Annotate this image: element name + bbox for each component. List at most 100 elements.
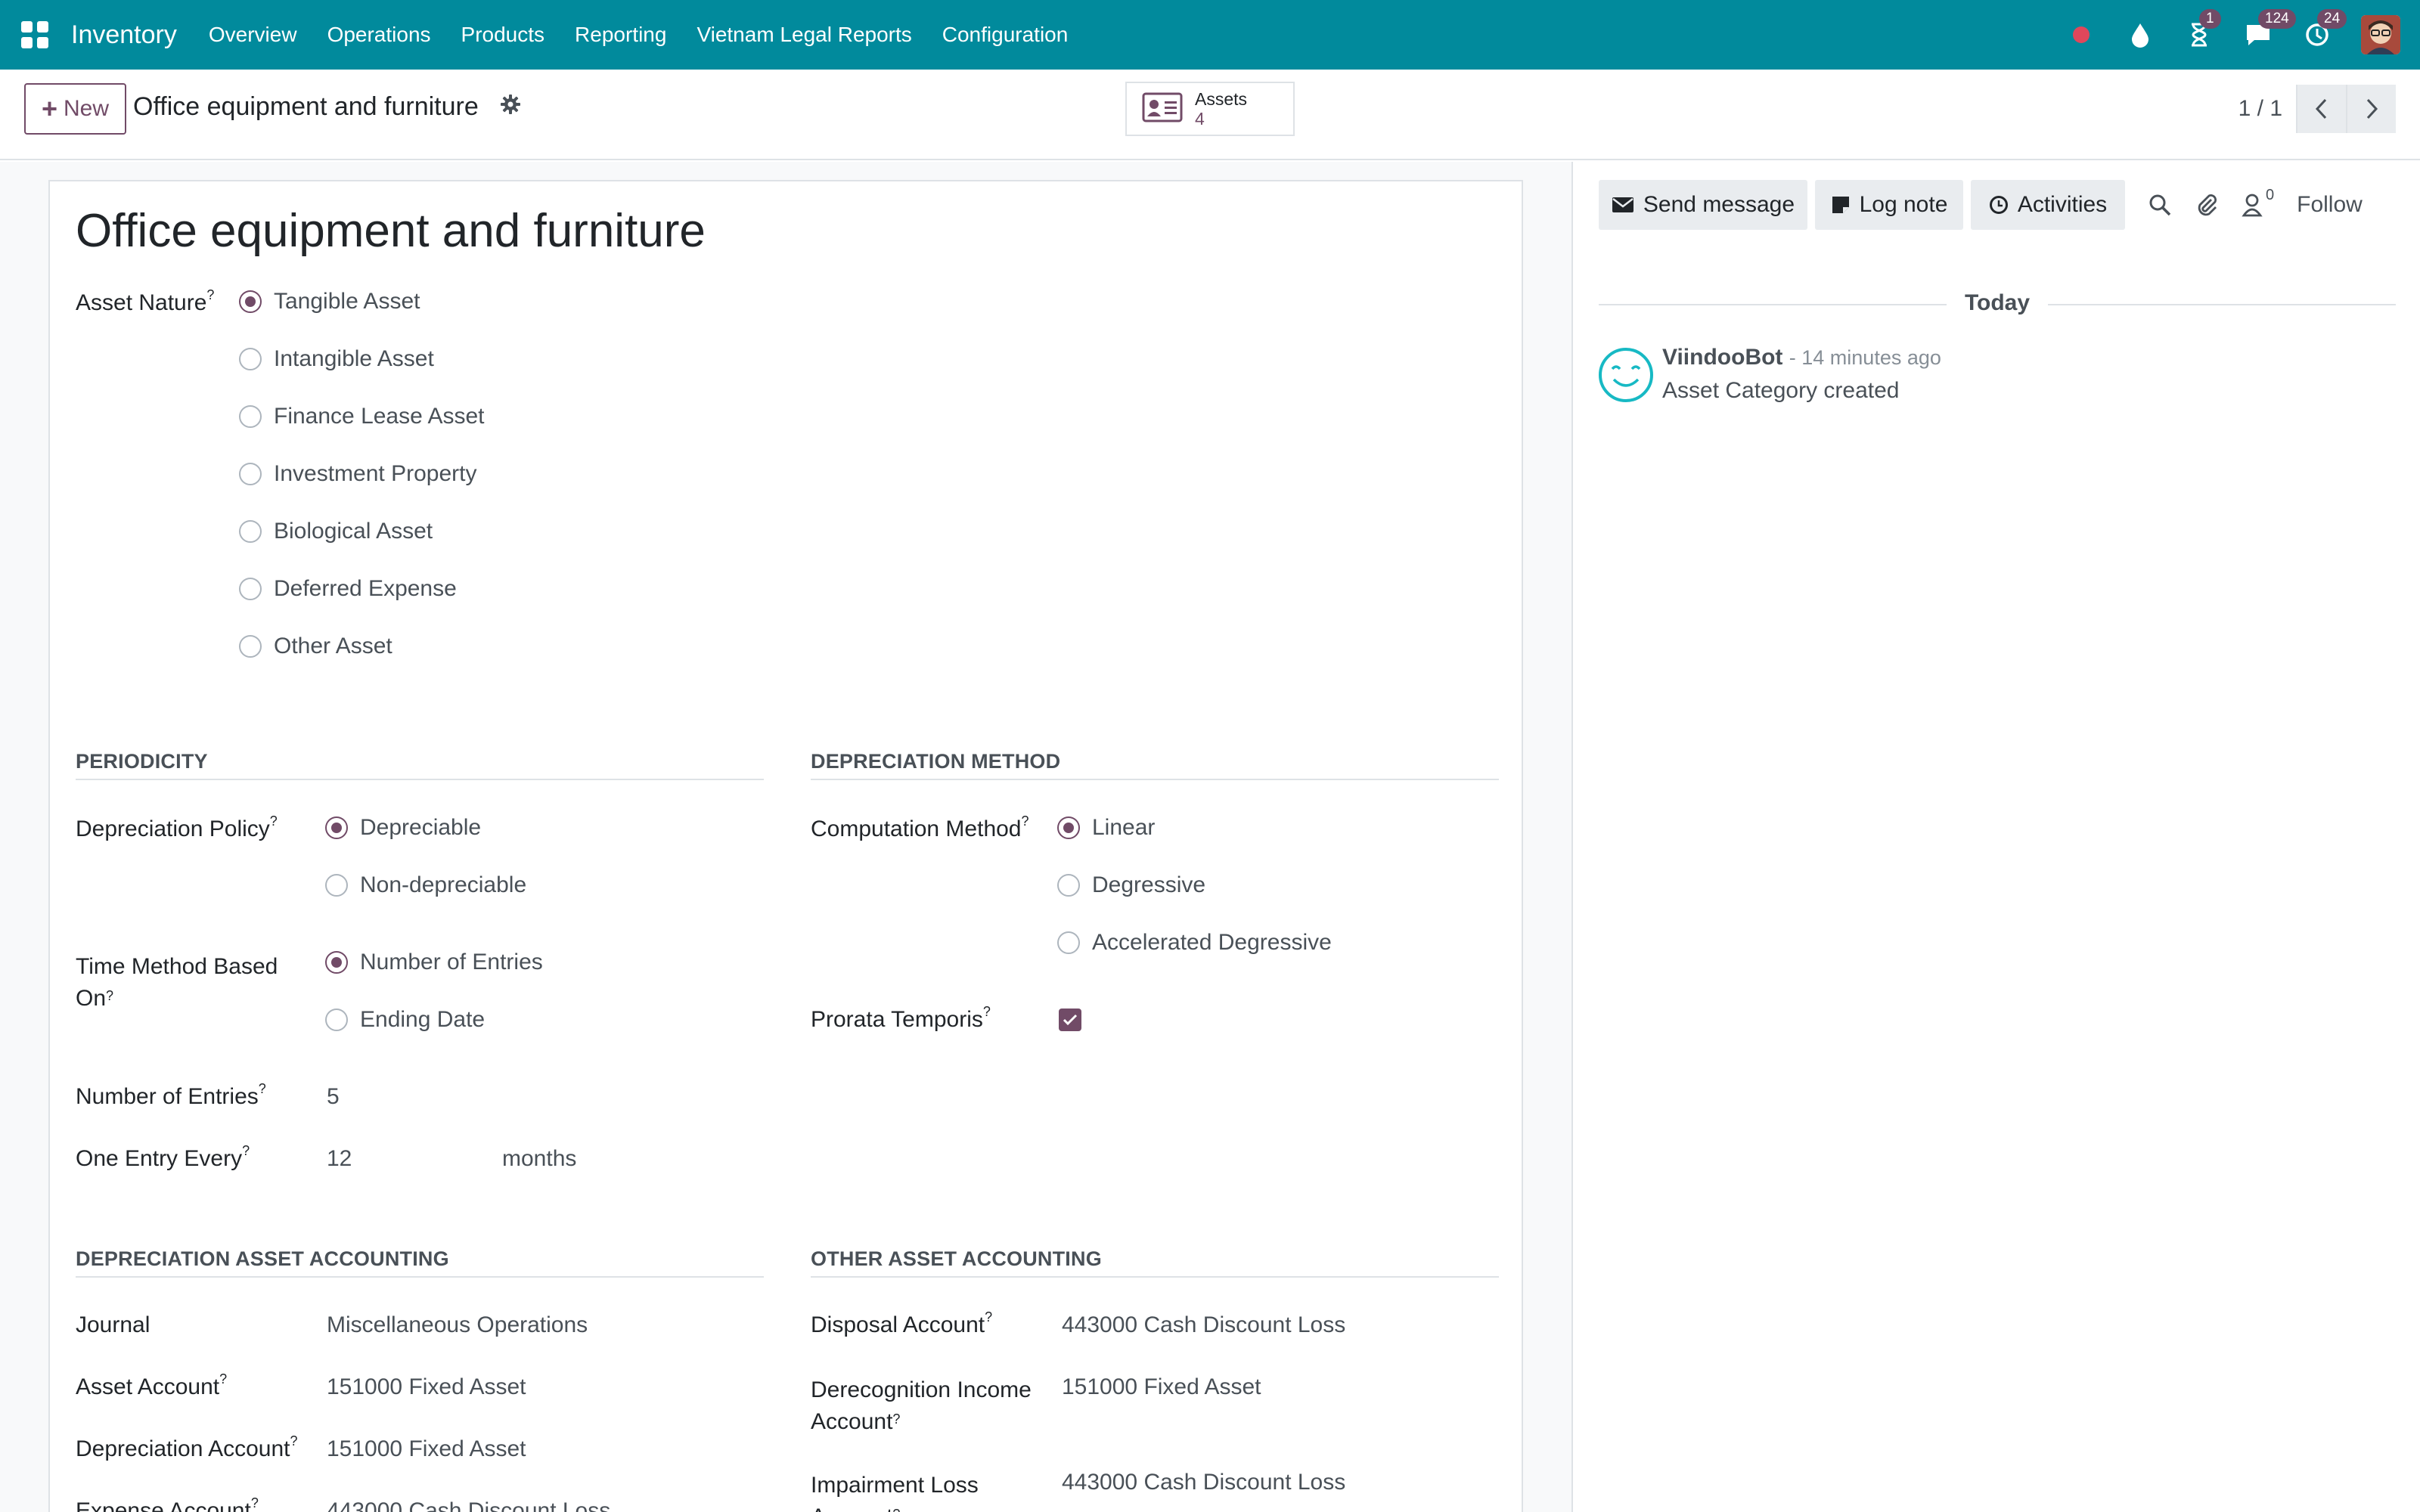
radio[interactable] <box>325 874 348 897</box>
message-author[interactable]: ViindooBot - 14 minutes ago <box>1662 345 1941 370</box>
user-avatar[interactable] <box>2361 15 2400 54</box>
followers-button[interactable]: 0 <box>2242 187 2274 217</box>
pager-next-button[interactable] <box>2346 85 2396 133</box>
prorata-temporis-checkbox[interactable] <box>1059 1009 1081 1031</box>
asset-nature-option-other[interactable]: Other Asset <box>239 634 392 659</box>
derecognition-account-field[interactable]: 151000 Fixed Asset <box>1062 1374 1261 1400</box>
activities-hourglass-icon[interactable]: 1 <box>2184 9 2221 50</box>
radio[interactable] <box>239 348 262 370</box>
new-button-label: New <box>64 96 110 121</box>
record-title[interactable]: Office equipment and furniture <box>76 204 706 258</box>
impairment-loss-account-label: Impairment LossAccount? <box>811 1473 979 1512</box>
search-icon[interactable] <box>2148 193 2172 217</box>
asset-nature-option-tangible[interactable]: Tangible Asset <box>239 289 420 314</box>
today-separator: Today <box>1964 290 2031 315</box>
new-button[interactable]: + New <box>24 83 126 135</box>
menu-vietnam-legal-reports[interactable]: Vietnam Legal Reports <box>681 23 926 47</box>
chatter-panel: Send message Log note Activities 0 Follo… <box>1571 162 2420 1512</box>
menu-overview[interactable]: Overview <box>194 23 312 47</box>
computation-method-label: Computation Method? <box>811 813 1029 841</box>
chevron-left-icon <box>2315 98 2327 119</box>
pager: 1 / 1 <box>2238 85 2396 133</box>
asset-nature-option-investment-property[interactable]: Investment Property <box>239 461 476 487</box>
depreciation-method-section-title: DEPRECIATION METHOD <box>811 750 1061 773</box>
radio[interactable] <box>1057 874 1080 897</box>
chatter-tools: 0 Follow <box>2148 180 2363 230</box>
checkmark-icon <box>1063 1014 1078 1026</box>
recording-dot-icon[interactable] <box>2066 20 2096 50</box>
paperclip-icon[interactable] <box>2195 192 2219 218</box>
radio-checked[interactable] <box>1057 816 1080 839</box>
one-entry-every-field[interactable]: 12 <box>327 1146 352 1172</box>
radio[interactable] <box>239 405 262 428</box>
menu-configuration[interactable]: Configuration <box>927 23 1084 47</box>
periodicity-section-title: PERIODICITY <box>76 750 208 773</box>
activities-button[interactable]: Activities <box>1971 180 2125 230</box>
prorata-temporis-label: Prorata Temporis? <box>811 1004 991 1032</box>
apps-menu-icon[interactable] <box>21 21 48 48</box>
menu-products[interactable]: Products <box>446 23 560 47</box>
log-note-button[interactable]: Log note <box>1815 180 1963 230</box>
radio-checked[interactable] <box>325 951 348 974</box>
asset-account-field[interactable]: 151000 Fixed Asset <box>327 1374 526 1400</box>
radio-checked[interactable] <box>239 290 262 313</box>
bot-avatar[interactable] <box>1597 346 1655 404</box>
number-of-entries-label: Number of Entries? <box>76 1081 266 1109</box>
one-entry-every-label: One Entry Every? <box>76 1143 250 1171</box>
journal-label: Journal <box>76 1312 150 1337</box>
top-navbar: Inventory Overview Operations Products R… <box>0 0 2420 70</box>
periodicity-divider <box>76 779 764 780</box>
radio[interactable] <box>239 463 262 485</box>
app-name[interactable]: Inventory <box>71 20 177 50</box>
time-method-label: Time Method Based On? <box>76 954 278 1011</box>
asset-nature-label: Asset Nature? <box>76 287 215 315</box>
id-card-icon <box>1142 92 1183 126</box>
menu-reporting[interactable]: Reporting <box>560 23 681 47</box>
assets-smart-button-label: Assets <box>1195 89 1248 109</box>
clock-icon <box>1989 196 2008 214</box>
time-method-option-ending-date[interactable]: Ending Date <box>325 1007 485 1033</box>
depreciation-policy-label: Depreciation Policy? <box>76 813 278 841</box>
send-message-button[interactable]: Send message <box>1599 180 1807 230</box>
pager-value[interactable]: 1 / 1 <box>2238 96 2282 122</box>
radio[interactable] <box>325 1009 348 1031</box>
asset-nature-option-biological[interactable]: Biological Asset <box>239 519 433 544</box>
time-method-option-number-of-entries[interactable]: Number of Entries <box>325 950 543 975</box>
other-accounting-section-title: OTHER ASSET ACCOUNTING <box>811 1247 1102 1270</box>
computation-method-option-accelerated-degressive[interactable]: Accelerated Degressive <box>1057 930 1332 956</box>
disposal-account-field[interactable]: 443000 Cash Discount Loss <box>1062 1312 1345 1338</box>
message-time: - 14 minutes ago <box>1789 346 1941 369</box>
note-icon <box>1832 197 1849 213</box>
radio[interactable] <box>239 520 262 543</box>
follow-button[interactable]: Follow <box>2297 192 2363 218</box>
asset-account-label: Asset Account? <box>76 1371 228 1399</box>
asset-nature-option-finance-lease[interactable]: Finance Lease Asset <box>239 404 485 429</box>
radio[interactable] <box>239 635 262 658</box>
asset-nature-option-intangible[interactable]: Intangible Asset <box>239 346 434 372</box>
menu-operations[interactable]: Operations <box>312 23 446 47</box>
journal-field[interactable]: Miscellaneous Operations <box>327 1312 588 1338</box>
disposal-account-label: Disposal Account? <box>811 1309 993 1337</box>
assets-smart-button[interactable]: Assets 4 <box>1125 82 1295 136</box>
systray: 1 124 24 <box>2066 0 2400 70</box>
messages-chat-icon[interactable]: 124 <box>2243 9 2296 50</box>
pager-previous-button[interactable] <box>2296 85 2346 133</box>
impairment-loss-account-field[interactable]: 443000 Cash Discount Loss <box>1062 1470 1345 1495</box>
plus-icon: + <box>41 93 57 124</box>
radio[interactable] <box>239 578 262 600</box>
depreciation-policy-option-non-depreciable[interactable]: Non-depreciable <box>325 872 526 898</box>
updates-clock-icon[interactable]: 24 <box>2302 9 2347 50</box>
expense-account-field[interactable]: 443000 Cash Discount Loss <box>327 1498 610 1512</box>
computation-method-option-linear[interactable]: Linear <box>1057 815 1155 841</box>
asset-nature-option-deferred-expense[interactable]: Deferred Expense <box>239 576 457 602</box>
number-of-entries-field[interactable]: 5 <box>327 1084 340 1110</box>
computation-method-option-degressive[interactable]: Degressive <box>1057 872 1205 898</box>
depreciation-account-field[interactable]: 151000 Fixed Asset <box>327 1436 526 1462</box>
radio-checked[interactable] <box>325 816 348 839</box>
one-entry-every-unit-select[interactable]: months <box>502 1146 576 1172</box>
depreciation-policy-option-depreciable[interactable]: Depreciable <box>325 815 481 841</box>
form-sheet: Office equipment and furniture Asset Nat… <box>48 180 1523 1512</box>
radio[interactable] <box>1057 931 1080 954</box>
droplet-icon[interactable] <box>2125 20 2155 50</box>
gear-icon[interactable] <box>500 92 521 122</box>
